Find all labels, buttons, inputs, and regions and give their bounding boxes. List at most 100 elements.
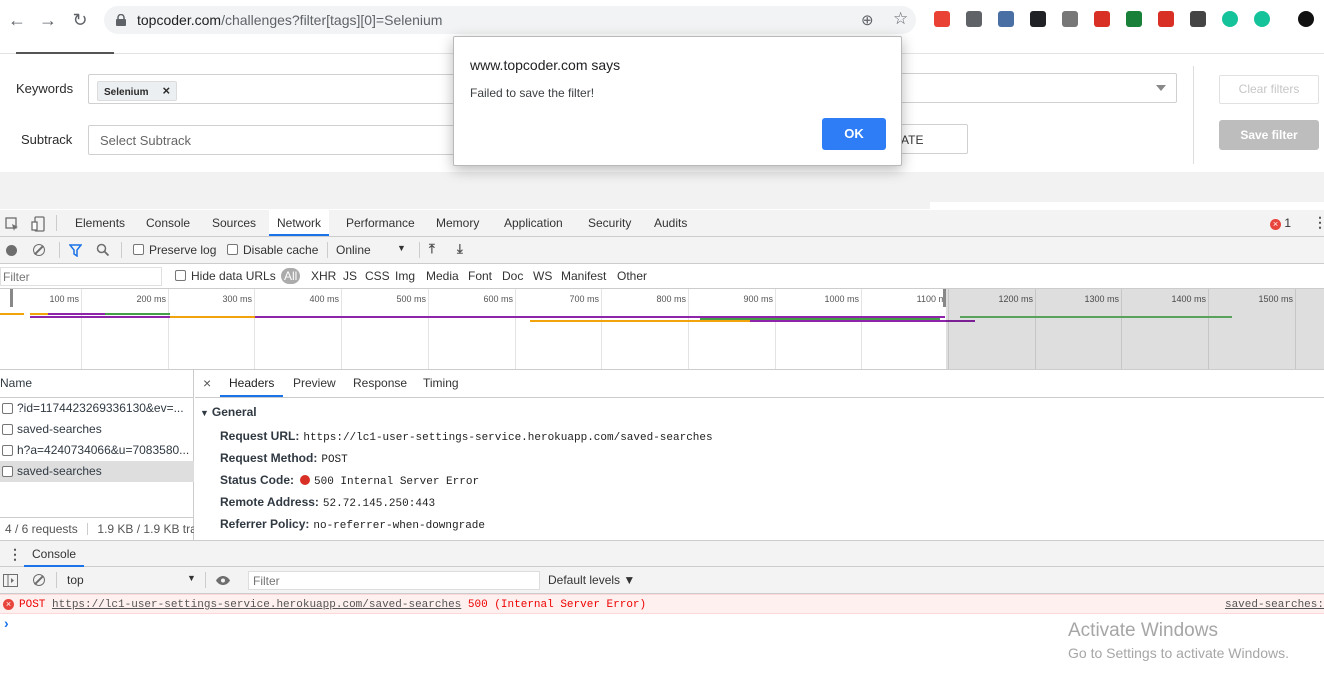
record-icon[interactable]: [6, 245, 17, 256]
type-filter-other[interactable]: Other: [617, 269, 647, 283]
keywords-label: Keywords: [16, 81, 74, 96]
timeline-tick-label: 200 ms: [136, 294, 166, 304]
dialog-ok-button[interactable]: OK: [822, 118, 886, 150]
type-filter-css[interactable]: CSS: [365, 269, 390, 283]
general-section-header[interactable]: ▼ General: [200, 405, 257, 419]
save-filter-button[interactable]: Save filter: [1219, 120, 1319, 150]
request-row[interactable]: h?a=4240734066&u=7083580...: [0, 440, 194, 461]
throttling-select[interactable]: Online ▼: [336, 243, 406, 257]
ext-4-icon[interactable]: [1030, 11, 1046, 27]
page-card-edge: [930, 202, 1324, 209]
console-filter-input[interactable]: [248, 571, 540, 590]
type-filter-xhr[interactable]: XHR: [311, 269, 336, 283]
import-har-icon[interactable]: ⤒: [429, 241, 435, 257]
detail-tab-preview[interactable]: Preview: [293, 370, 336, 397]
error-source-link[interactable]: saved-searches:: [1225, 595, 1324, 615]
tab-audits[interactable]: Audits: [654, 210, 687, 236]
network-filter-input[interactable]: [0, 267, 162, 286]
tab-performance[interactable]: Performance: [346, 210, 415, 236]
request-row[interactable]: saved-searches: [0, 419, 194, 440]
tab-security[interactable]: Security: [588, 210, 631, 236]
timeline-tick-label: 800 ms: [656, 294, 686, 304]
log-levels-select[interactable]: Default levels ▼: [548, 573, 635, 587]
tab-application[interactable]: Application: [504, 210, 563, 236]
devtools-tabbar: Elements Console Sources Network Performance…: [0, 210, 1324, 237]
address-bar[interactable]: topcoder.com/challenges?filter[tags][0]=…: [104, 6, 916, 34]
type-filter-media[interactable]: Media: [426, 269, 459, 283]
preserve-log-checkbox[interactable]: Preserve log: [133, 243, 216, 257]
drawer-menu-icon[interactable]: ⋮: [8, 546, 22, 562]
request-name: ?id=1174423269336130&ev=...: [17, 401, 184, 415]
ext-5-icon[interactable]: [1062, 11, 1078, 27]
console-prompt-icon[interactable]: ›: [4, 615, 9, 631]
date-button[interactable]: ATE: [896, 124, 968, 154]
inspect-element-icon[interactable]: [5, 217, 19, 234]
ext-7-icon[interactable]: [1126, 11, 1142, 27]
general-header-row: Remote Address: 52.72.145.250:443: [220, 495, 435, 510]
error-url-link[interactable]: https://lc1-user-settings-service.heroku…: [52, 599, 461, 611]
tab-console[interactable]: Console: [146, 210, 190, 236]
type-filter-img[interactable]: Img: [395, 269, 415, 283]
export-har-icon[interactable]: ⤓: [457, 241, 463, 257]
ext-6-icon[interactable]: [1094, 11, 1110, 27]
ext-1-icon[interactable]: [934, 11, 950, 27]
timeline-left-handle[interactable]: [10, 289, 13, 307]
tab-sources[interactable]: Sources: [212, 210, 256, 236]
chip-remove-icon[interactable]: ×: [162, 83, 170, 98]
subtrack-select[interactable]: Select Subtrack: [88, 125, 460, 155]
back-arrow-icon[interactable]: ←: [5, 8, 29, 32]
ext-9-icon[interactable]: [1190, 11, 1206, 27]
zoom-icon[interactable]: ⊕: [861, 11, 874, 29]
hide-data-urls-checkbox[interactable]: Hide data URLs: [175, 269, 276, 283]
ext-2-icon[interactable]: [966, 11, 982, 27]
reload-icon[interactable]: ↻: [68, 8, 92, 32]
waterfall-bar: [170, 316, 255, 318]
request-row[interactable]: saved-searches: [0, 461, 194, 482]
eye-icon[interactable]: [215, 575, 231, 586]
track-select[interactable]: [896, 73, 1177, 103]
bookmark-star-icon[interactable]: ☆: [893, 9, 908, 29]
request-row[interactable]: ?id=1174423269336130&ev=...: [0, 398, 194, 419]
tab-network[interactable]: Network: [269, 210, 330, 236]
ext-11-icon[interactable]: [1254, 11, 1270, 27]
timeline-right-handle[interactable]: [943, 289, 946, 307]
type-filter-js[interactable]: JS: [343, 269, 357, 283]
ext-8-icon[interactable]: [1158, 11, 1174, 27]
clear-icon[interactable]: [33, 244, 45, 256]
lock-icon: [116, 14, 126, 26]
timeline-tick-label: 400 ms: [309, 294, 339, 304]
ext-12-icon[interactable]: [1298, 11, 1314, 27]
search-icon[interactable]: [96, 243, 110, 257]
device-toolbar-icon[interactable]: [31, 216, 45, 235]
clear-console-icon[interactable]: [33, 574, 45, 586]
keywords-input[interactable]: Selenium ×: [88, 74, 460, 104]
forward-arrow-icon[interactable]: →: [36, 8, 60, 32]
console-error-text: POST https://lc1-user-settings-service.h…: [19, 595, 646, 615]
detail-tab-headers[interactable]: Headers: [220, 370, 284, 397]
type-filter-ws[interactable]: WS: [533, 269, 552, 283]
header-key: Status Code:: [220, 473, 295, 487]
detail-tab-response[interactable]: Response: [353, 370, 407, 397]
type-filter-doc[interactable]: Doc: [502, 269, 523, 283]
type-filter-all[interactable]: All: [281, 268, 301, 284]
more-options-icon[interactable]: ⋮: [1313, 214, 1324, 230]
drawer-tab-console[interactable]: Console: [24, 541, 85, 567]
ext-10-icon[interactable]: [1222, 11, 1238, 27]
close-details-icon[interactable]: ×: [203, 375, 211, 391]
type-filter-font[interactable]: Font: [468, 269, 492, 283]
error-counter[interactable]: × 1: [1270, 216, 1291, 230]
timeline-gridline: [168, 289, 169, 369]
disable-cache-checkbox[interactable]: Disable cache: [227, 243, 318, 257]
filter-funnel-icon[interactable]: [69, 244, 82, 257]
type-filter-manifest[interactable]: Manifest: [561, 269, 606, 283]
sidebar-toggle-icon[interactable]: [3, 574, 18, 587]
name-column-header[interactable]: Name: [0, 370, 194, 398]
clear-filters-button[interactable]: Clear filters: [1219, 75, 1319, 104]
context-select[interactable]: top ▼: [67, 573, 196, 587]
tab-memory[interactable]: Memory: [436, 210, 479, 236]
ext-3-icon[interactable]: [998, 11, 1014, 27]
tab-elements[interactable]: Elements: [75, 210, 125, 236]
error-circle-icon: ×: [3, 599, 14, 610]
detail-tab-timing[interactable]: Timing: [423, 370, 459, 397]
keyword-chip-label: Selenium: [104, 87, 149, 98]
